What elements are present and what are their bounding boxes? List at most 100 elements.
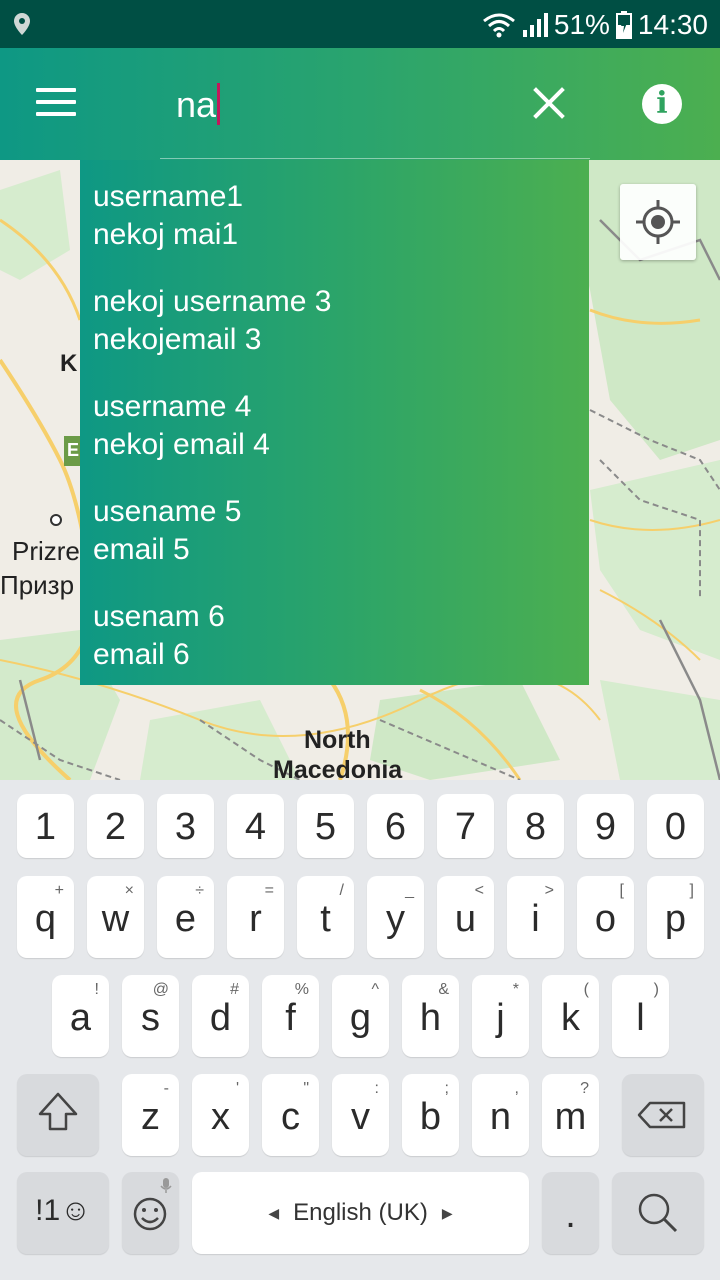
- map-label-prizren: Prizre: [12, 536, 80, 566]
- key-label: 1: [34, 806, 57, 848]
- key-b[interactable]: b;: [402, 1074, 459, 1156]
- backspace-icon: [637, 1101, 686, 1129]
- key-alt-label: ,: [514, 1080, 519, 1097]
- search-input-value: na: [176, 84, 217, 125]
- key-label: j: [496, 997, 505, 1039]
- key-7[interactable]: 7: [437, 794, 494, 858]
- key-label: c: [281, 1096, 300, 1138]
- key-5[interactable]: 5: [297, 794, 354, 858]
- key-6[interactable]: 6: [367, 794, 424, 858]
- arrow-left-icon: ◀: [268, 1204, 280, 1221]
- key-z[interactable]: z-: [122, 1074, 179, 1156]
- key-label: m: [554, 1096, 587, 1138]
- key-2[interactable]: 2: [87, 794, 144, 858]
- key-h[interactable]: h &: [402, 975, 459, 1057]
- key-label: d: [209, 997, 232, 1039]
- period-key[interactable]: .: [542, 1172, 599, 1254]
- info-icon[interactable]: i: [642, 84, 682, 124]
- key-alt-label: ;: [444, 1080, 449, 1097]
- key-4[interactable]: 4: [227, 794, 284, 858]
- key-g[interactable]: g ^: [332, 975, 389, 1057]
- key-label: l: [636, 997, 645, 1039]
- suggestion-email: nekojemail 3: [93, 323, 262, 356]
- map-label-e-badge: E: [67, 440, 80, 460]
- symbols-key[interactable]: !1☺: [17, 1172, 109, 1254]
- suggestions-dropdown: username1 nekoj mai1 nekoj username 3 ne…: [80, 160, 589, 685]
- key-alt-label: (: [583, 981, 589, 998]
- key-3[interactable]: 3: [157, 794, 214, 858]
- suggestion-username: username 4: [93, 390, 252, 423]
- close-icon[interactable]: [530, 84, 568, 122]
- key-s[interactable]: s @: [122, 975, 179, 1057]
- key-label: x: [211, 1096, 230, 1138]
- key-j[interactable]: j *: [472, 975, 529, 1057]
- key-label: w: [101, 898, 130, 940]
- map-label-k: K: [60, 350, 78, 377]
- search-toolbar: na i: [0, 48, 720, 160]
- key-q[interactable]: q +: [17, 876, 74, 958]
- key-label: r: [249, 898, 262, 940]
- key-p[interactable]: p]: [647, 876, 704, 958]
- key-label: i: [531, 898, 540, 940]
- key-e[interactable]: e ÷: [157, 876, 214, 958]
- key-alt-label: _: [405, 882, 414, 899]
- suggestion-item[interactable]: nekoj username 3 nekojemail 3: [80, 265, 589, 370]
- key-f[interactable]: f%: [262, 975, 319, 1057]
- key-a[interactable]: a!: [52, 975, 109, 1057]
- suggestion-username: usename 5: [93, 495, 242, 528]
- suggestion-username: usenam 6: [93, 600, 225, 633]
- location-icon: [14, 13, 30, 35]
- signal-icon: [522, 13, 548, 37]
- key-label: y: [386, 898, 405, 940]
- key-t[interactable]: t /: [297, 876, 354, 958]
- space-label: English (UK): [293, 1199, 428, 1226]
- key-alt-label: >: [544, 882, 554, 899]
- key-1[interactable]: 1: [17, 794, 74, 858]
- key-alt-label: &: [438, 981, 449, 998]
- key-alt-label: ^: [371, 981, 379, 998]
- emoji-key[interactable]: [122, 1172, 179, 1254]
- key-x[interactable]: x ': [192, 1074, 249, 1156]
- key-alt-label: ÷: [195, 882, 204, 899]
- search-key[interactable]: [612, 1172, 704, 1254]
- map-label-macedonia: Macedonia: [273, 756, 403, 780]
- key-alt-label: -: [163, 1080, 169, 1097]
- key-9[interactable]: 9: [577, 794, 634, 858]
- key-label: 7: [454, 806, 477, 848]
- key-alt-label: =: [264, 882, 274, 899]
- wifi-icon: [482, 13, 515, 38]
- key-alt-label: *: [512, 981, 519, 998]
- key-label: 4: [244, 806, 267, 848]
- key-label: b: [419, 1096, 442, 1138]
- suggestion-item[interactable]: usenam 6 email 6: [80, 580, 589, 685]
- key-d[interactable]: d #: [192, 975, 249, 1057]
- key-8[interactable]: 8: [507, 794, 564, 858]
- my-location-button[interactable]: [620, 184, 696, 260]
- suggestion-item[interactable]: usename 5 email 5: [80, 475, 589, 580]
- key-r[interactable]: r =: [227, 876, 284, 958]
- search-input[interactable]: na: [176, 82, 221, 128]
- shift-key[interactable]: [17, 1074, 99, 1156]
- suggestion-item[interactable]: username1 nekoj mai1: [80, 160, 589, 265]
- key-v[interactable]: v:: [332, 1074, 389, 1156]
- key-o[interactable]: o[: [577, 876, 634, 958]
- key-i[interactable]: i >: [507, 876, 564, 958]
- key-alt-label: /: [339, 882, 344, 899]
- key-c[interactable]: c ": [262, 1074, 319, 1156]
- suggestion-item[interactable]: username 4 nekoj email 4: [80, 370, 589, 475]
- key-n[interactable]: n,: [472, 1074, 529, 1156]
- key-u[interactable]: u <: [437, 876, 494, 958]
- key-y[interactable]: y _: [367, 876, 424, 958]
- key-0[interactable]: 0: [647, 794, 704, 858]
- key-label: 5: [314, 806, 337, 848]
- key-alt-label: #: [230, 981, 239, 998]
- backspace-key[interactable]: [622, 1074, 704, 1156]
- key-m[interactable]: m?: [542, 1074, 599, 1156]
- key-k[interactable]: k(: [542, 975, 599, 1057]
- key-w[interactable]: w ×: [87, 876, 144, 958]
- space-key[interactable]: ◀ English (UK) ▶: [192, 1172, 529, 1254]
- crosshair-icon: [636, 200, 680, 244]
- key-alt-label: <: [474, 882, 484, 899]
- menu-icon[interactable]: [36, 88, 76, 120]
- key-l[interactable]: l): [612, 975, 669, 1057]
